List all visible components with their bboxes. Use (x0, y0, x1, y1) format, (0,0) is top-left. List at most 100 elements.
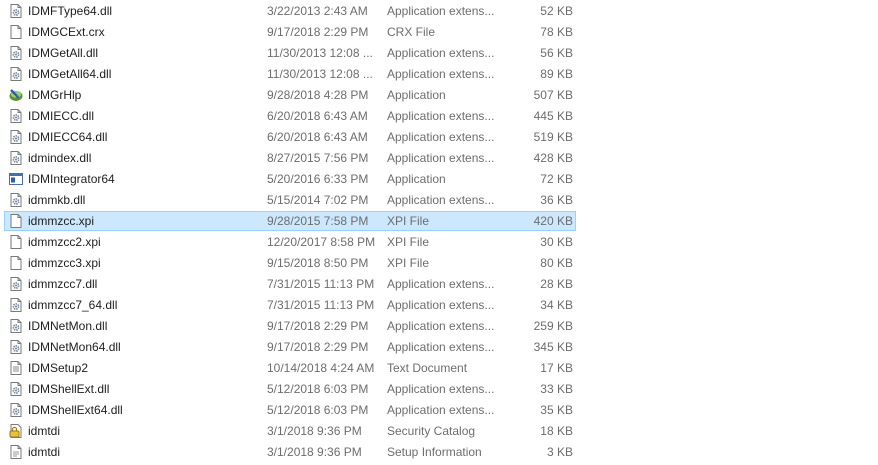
file-date-modified: 8/27/2015 7:56 PM (267, 151, 369, 165)
file-row[interactable]: idmmzcc7_64.dll 7/31/2015 11:13 PM Applica… (4, 295, 576, 315)
file-date-modified: 12/20/2017 8:58 PM (267, 235, 376, 249)
file-row[interactable]: IDMFType64.dll 3/22/2013 2:43 AM Applicati… (4, 1, 576, 21)
dll-gear-icon (8, 44, 26, 62)
file-date-modified: 7/31/2015 11:13 PM (267, 298, 375, 312)
file-name: IDMGetAll.dll (28, 46, 99, 60)
file-row[interactable]: IDMIECC64.dll 6/20/2018 6:43 AM Applicatio… (4, 127, 576, 147)
dll-gear-icon (8, 380, 26, 398)
file-date-modified: 9/28/2015 7:58 PM (267, 214, 369, 228)
file-size: 78 KB (540, 25, 573, 39)
file-size: 52 KB (540, 4, 573, 18)
file-size: 72 KB (540, 172, 573, 186)
dll-gear-icon (8, 2, 26, 20)
file-type: Application extens... (387, 403, 495, 417)
file-date-modified: 3/1/2018 9:36 PM (267, 424, 362, 438)
file-row[interactable]: IDMIECC.dll 6/20/2018 6:43 AM Application … (4, 106, 576, 126)
file-type: Application extens... (387, 109, 495, 123)
file-name: IDMSetup2 (28, 361, 89, 375)
file-row[interactable]: IDMNetMon.dll 9/17/2018 2:29 PM Applicatio… (4, 316, 576, 336)
file-row[interactable]: idmmzcc.xpi 9/28/2015 7:58 PM XPI File 420 … (4, 211, 576, 231)
file-size: 507 KB (533, 88, 573, 102)
file-row[interactable]: IDMShellExt64.dll 5/12/2018 6:03 PM Applic… (4, 400, 576, 420)
blank-file-icon (8, 23, 26, 41)
setup-information-icon (8, 443, 26, 461)
file-name: idmmzcc.xpi (28, 214, 95, 228)
file-date-modified: 9/17/2018 2:29 PM (267, 340, 369, 354)
file-size: 345 KB (533, 340, 573, 354)
file-type: XPI File (387, 256, 430, 270)
file-name: IDMFType64.dll (28, 4, 113, 18)
file-size: 428 KB (533, 151, 573, 165)
file-name: IDMShellExt.dll (28, 382, 110, 396)
file-size: 28 KB (540, 277, 573, 291)
file-row[interactable]: idmtdi 3/1/2018 9:36 PM Security Catalog 18… (4, 421, 576, 441)
file-name: IDMShellExt64.dll (28, 403, 123, 417)
file-row[interactable]: IDMGrHlp 9/28/2018 4:28 PM Application 507 … (4, 85, 576, 105)
file-date-modified: 5/20/2016 6:33 PM (267, 172, 369, 186)
file-name: IDMNetMon.dll (28, 319, 108, 333)
file-date-modified: 9/17/2018 2:29 PM (267, 319, 369, 333)
file-type: Application (387, 88, 446, 102)
file-size: 17 KB (540, 361, 573, 375)
file-size: 34 KB (540, 298, 573, 312)
file-date-modified: 3/1/2018 9:36 PM (267, 445, 362, 459)
file-date-modified: 9/28/2018 4:28 PM (267, 88, 369, 102)
file-name: idmmzcc7.dll (28, 277, 98, 291)
dll-gear-icon (8, 149, 26, 167)
file-name: IDMGCExt.crx (28, 25, 105, 39)
file-date-modified: 5/12/2018 6:03 PM (267, 382, 369, 396)
file-name: idmmzcc2.xpi (28, 235, 101, 249)
file-name: idmmkb.dll (28, 193, 86, 207)
file-size: 35 KB (540, 403, 573, 417)
file-name: idmindex.dll (28, 151, 92, 165)
file-row[interactable]: idmtdi 3/1/2018 9:36 PM Setup Information 3… (4, 442, 576, 462)
file-name: IDMNetMon64.dll (28, 340, 121, 354)
file-type: Setup Information (387, 445, 482, 459)
file-type: Application extens... (387, 340, 495, 354)
file-row[interactable]: IDMGetAll.dll 11/30/2013 12:08 ... Applica… (4, 43, 576, 63)
file-row[interactable]: IDMGCExt.crx 9/17/2018 2:29 PM CRX File 78 … (4, 22, 576, 42)
file-type: Security Catalog (387, 424, 476, 438)
file-row[interactable]: idmmzcc3.xpi 9/15/2018 8:50 PM XPI File 80 … (4, 253, 576, 273)
file-row[interactable]: IDMGetAll64.dll 11/30/2013 12:08 ... Appli… (4, 64, 576, 84)
file-size: 30 KB (540, 235, 573, 249)
file-row[interactable]: IDMShellExt.dll 5/12/2018 6:03 PM Applicat… (4, 379, 576, 399)
file-row[interactable]: IDMSetup2 10/14/2018 4:24 AM Text Document… (4, 358, 576, 378)
file-name: IDMGrHlp (28, 88, 82, 102)
file-row[interactable]: idmindex.dll 8/27/2015 7:56 PM Application… (4, 148, 576, 168)
file-name: IDMGetAll64.dll (28, 67, 112, 81)
file-name: idmmzcc3.xpi (28, 256, 101, 270)
file-date-modified: 11/30/2013 12:08 ... (267, 67, 373, 81)
file-date-modified: 10/14/2018 4:24 AM (267, 361, 375, 375)
dll-gear-icon (8, 338, 26, 356)
file-row[interactable]: idmmkb.dll 5/15/2014 7:02 PM Application e… (4, 190, 576, 210)
file-date-modified: 5/12/2018 6:03 PM (267, 403, 369, 417)
file-name: idmtdi (28, 445, 61, 459)
file-row[interactable]: idmmzcc7.dll 7/31/2015 11:13 PM Applicatio… (4, 274, 576, 294)
file-size: 80 KB (540, 256, 573, 270)
blank-file-icon (8, 212, 26, 230)
file-type: Application extens... (387, 298, 495, 312)
file-name: IDMIECC.dll (28, 109, 95, 123)
file-row[interactable]: IDMIntegrator64 5/20/2016 6:33 PM Applicat… (4, 169, 576, 189)
file-size: 3 KB (546, 445, 573, 459)
file-size: 519 KB (533, 130, 573, 144)
file-name: idmmzcc7_64.dll (28, 298, 118, 312)
text-document-icon (8, 359, 26, 377)
blank-file-icon (8, 254, 26, 272)
file-type: Application (387, 172, 446, 186)
file-row[interactable]: IDMNetMon64.dll 9/17/2018 2:29 PM Applicat… (4, 337, 576, 357)
file-type: Application extens... (387, 4, 495, 18)
dll-gear-icon (8, 296, 26, 314)
file-name: idmtdi (28, 424, 61, 438)
file-date-modified: 9/17/2018 2:29 PM (267, 25, 369, 39)
file-type: Application extens... (387, 67, 495, 81)
window-app-icon (8, 170, 26, 188)
dll-gear-icon (8, 275, 26, 293)
dll-gear-icon (8, 191, 26, 209)
file-name: IDMIECC64.dll (28, 130, 108, 144)
file-type: XPI File (387, 235, 430, 249)
file-type: Application extens... (387, 382, 495, 396)
dll-gear-icon (8, 107, 26, 125)
file-row[interactable]: idmmzcc2.xpi 12/20/2017 8:58 PM XPI File 30… (4, 232, 576, 252)
